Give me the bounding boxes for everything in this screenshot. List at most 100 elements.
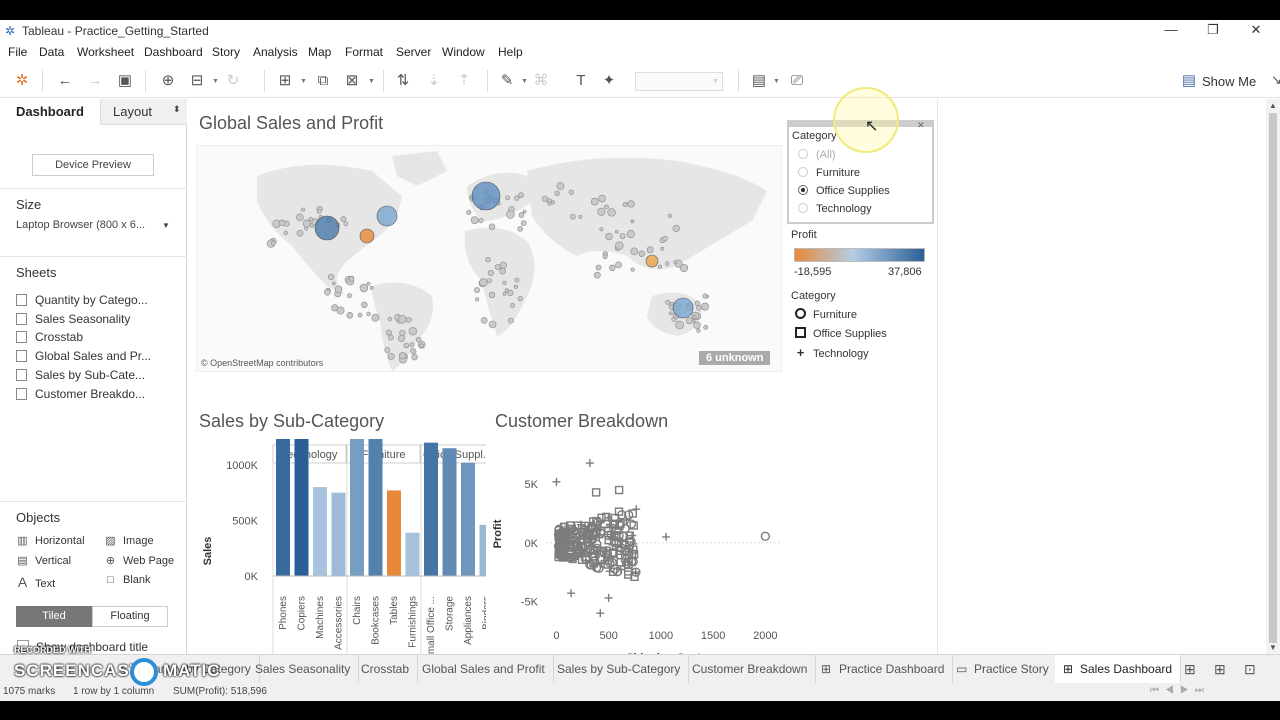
tab-sales-seasonality[interactable]: Sales Seasonality xyxy=(247,655,360,684)
sheet-item[interactable]: Sales by Sub-Cate... xyxy=(16,368,145,382)
sheet-item[interactable]: Customer Breakdo... xyxy=(16,387,145,401)
scroll-up-icon[interactable]: ▲ xyxy=(1269,101,1277,110)
object-image[interactable]: ▨ Image xyxy=(104,534,153,547)
menu-server[interactable]: Server xyxy=(396,45,431,59)
object-web-page[interactable]: ⊕ Web Page xyxy=(104,554,174,567)
labels-icon[interactable]: T xyxy=(572,72,590,90)
chevron-down-icon[interactable]: ▼ xyxy=(300,78,307,85)
tiled-button[interactable]: Tiled xyxy=(16,606,92,627)
object-text[interactable]: A Text xyxy=(16,574,55,590)
story-icon: ▭ xyxy=(956,662,968,676)
menu-dashboard[interactable]: Dashboard xyxy=(144,45,203,59)
map-marker xyxy=(480,317,488,324)
tab-practice-story[interactable]: ▭ Practice Story xyxy=(948,655,1058,684)
scroll-down-icon[interactable]: ▼ xyxy=(1269,643,1277,652)
sheet-item[interactable]: Crosstab xyxy=(16,330,83,344)
chevron-down-icon[interactable]: ▼ xyxy=(162,221,170,230)
swap-icon[interactable]: ⇅ xyxy=(394,72,412,90)
sheet-navigation-icon[interactable]: ⏮◀▶⏭ xyxy=(1150,685,1210,696)
x-tick-label: Binders xyxy=(482,596,487,630)
menu-format[interactable]: Format xyxy=(345,45,383,59)
device-preview-button[interactable]: Device Preview xyxy=(32,154,154,176)
sheet-item[interactable]: Global Sales and Pr... xyxy=(16,349,151,363)
object-horizontal[interactable]: ▥ Horizontal xyxy=(16,534,84,547)
tab-practice-dashboard[interactable]: ⊞ Practice Dashboard xyxy=(813,655,954,684)
close-icon[interactable]: ✕ xyxy=(917,120,925,131)
world-map[interactable] xyxy=(197,146,782,372)
menu-worksheet[interactable]: Worksheet xyxy=(77,45,134,59)
pause-updates-icon[interactable]: ⊟ xyxy=(188,72,206,90)
chevron-down-icon[interactable]: ▼ xyxy=(212,78,219,85)
new-worksheet-icon[interactable]: ⊞ xyxy=(1184,661,1196,678)
minimize-icon[interactable]: — xyxy=(1156,22,1186,40)
collapse-icon[interactable]: ↘ xyxy=(1271,72,1280,88)
size-dropdown[interactable]: Laptop Browser (800 x 6... xyxy=(16,219,145,231)
new-data-source-icon[interactable]: ⊕ xyxy=(159,72,177,90)
redo-icon[interactable]: → xyxy=(86,72,104,90)
shape-legend-item[interactable]: + Technology xyxy=(795,345,869,360)
menu-map[interactable]: Map xyxy=(308,45,331,59)
refresh-icon[interactable]: ↻ xyxy=(224,72,242,90)
shape-legend-item[interactable]: Office Supplies xyxy=(795,327,887,340)
chevron-down-icon[interactable]: ▼ xyxy=(368,78,375,85)
status-bar: 1075 marks 1 row by 1 column SUM(Profit)… xyxy=(0,683,1280,701)
y-tick-label: 500K xyxy=(232,515,258,527)
scroll-thumb[interactable] xyxy=(1269,113,1277,643)
customer-scatter-chart[interactable]: 5K0K-5K0500100015002000Shipping CostProf… xyxy=(491,439,791,673)
menu-window[interactable]: Window xyxy=(442,45,485,59)
updown-icon[interactable]: ⬍ xyxy=(173,104,181,115)
tab-sales-by-sub-category[interactable]: Sales by Sub-Category xyxy=(549,655,690,684)
chevron-down-icon[interactable]: ▼ xyxy=(521,78,528,85)
fit-dropdown[interactable] xyxy=(635,72,723,91)
vertical-scrollbar[interactable]: ▲ ▼ xyxy=(1266,99,1280,655)
tab-customer-breakdown[interactable]: Customer Breakdown xyxy=(684,655,817,684)
new-dashboard-icon[interactable]: ⊞ xyxy=(1214,661,1226,678)
new-story-icon[interactable]: ⊡ xyxy=(1244,661,1256,678)
sort-ascending-icon[interactable]: ⇣ xyxy=(425,72,443,90)
new-worksheet-icon[interactable]: ⊞ xyxy=(276,72,294,90)
tab-sales-dashboard[interactable]: ⊞ Sales Dashboard xyxy=(1055,655,1182,684)
menu-story[interactable]: Story xyxy=(212,45,240,59)
highlight-icon[interactable]: ✎ xyxy=(498,72,516,90)
show-me-button[interactable]: Show Me xyxy=(1202,74,1256,89)
presentation-mode-icon[interactable]: ⎚ xyxy=(788,72,806,90)
map-marker xyxy=(630,267,635,272)
sales-bar-chart[interactable]: Sales1500K1000K500K0KTechnologyPhonesCop… xyxy=(196,439,486,673)
menu-analysis[interactable]: Analysis xyxy=(253,45,298,59)
unknown-indicator[interactable]: 6 unknown xyxy=(699,351,771,365)
tab-dashboard[interactable]: Dashboard xyxy=(0,99,100,125)
shape-legend-item[interactable]: Furniture xyxy=(795,308,857,321)
duplicate-sheet-icon[interactable]: ⧉ xyxy=(314,72,332,90)
restore-icon[interactable]: ❐ xyxy=(1198,22,1228,40)
tab-global-sales[interactable]: Global Sales and Profit xyxy=(414,655,554,684)
sort-descending-icon[interactable]: ⇡ xyxy=(455,72,473,90)
tableau-home-icon[interactable]: ✲ xyxy=(13,72,31,90)
sheet-item[interactable]: Sales Seasonality xyxy=(16,312,130,326)
group-icon[interactable]: ⌘ xyxy=(532,72,550,90)
floating-button[interactable]: Floating xyxy=(92,606,168,627)
filter-option[interactable]: Technology xyxy=(798,203,872,215)
menu-file[interactable]: File xyxy=(8,45,27,59)
canvas-edge xyxy=(937,99,938,673)
show-cards-icon[interactable]: ▤ xyxy=(750,72,768,90)
object-vertical[interactable]: ▤ Vertical xyxy=(16,554,71,567)
clear-sheet-icon[interactable]: ⊠ xyxy=(343,72,361,90)
chevron-down-icon[interactable]: ▼ xyxy=(773,78,780,85)
object-blank[interactable]: □ Blank xyxy=(104,574,150,586)
menu-help[interactable]: Help xyxy=(498,45,523,59)
close-window-icon[interactable]: ✕ xyxy=(1241,22,1271,40)
sheet-icon xyxy=(16,350,27,362)
menu-data[interactable]: Data xyxy=(39,45,64,59)
filter-option[interactable]: Furniture xyxy=(798,167,860,179)
save-icon[interactable]: ▣ xyxy=(116,72,134,90)
tab-crosstab[interactable]: Crosstab xyxy=(353,655,419,684)
undo-icon[interactable]: ← xyxy=(56,72,74,90)
filter-option-selected[interactable]: Office Supplies xyxy=(798,185,890,197)
chevron-down-icon[interactable]: ▼ xyxy=(712,78,719,85)
map-view[interactable]: © OpenStreetMap contributors 6 unknown xyxy=(196,145,782,372)
map-marker xyxy=(646,246,654,254)
sheet-item[interactable]: Quantity by Catego... xyxy=(16,293,148,307)
show-me-icon[interactable]: ▤ xyxy=(1180,72,1198,90)
pin-icon[interactable]: ✦ xyxy=(600,72,618,90)
filter-option[interactable]: (All) xyxy=(798,149,836,161)
